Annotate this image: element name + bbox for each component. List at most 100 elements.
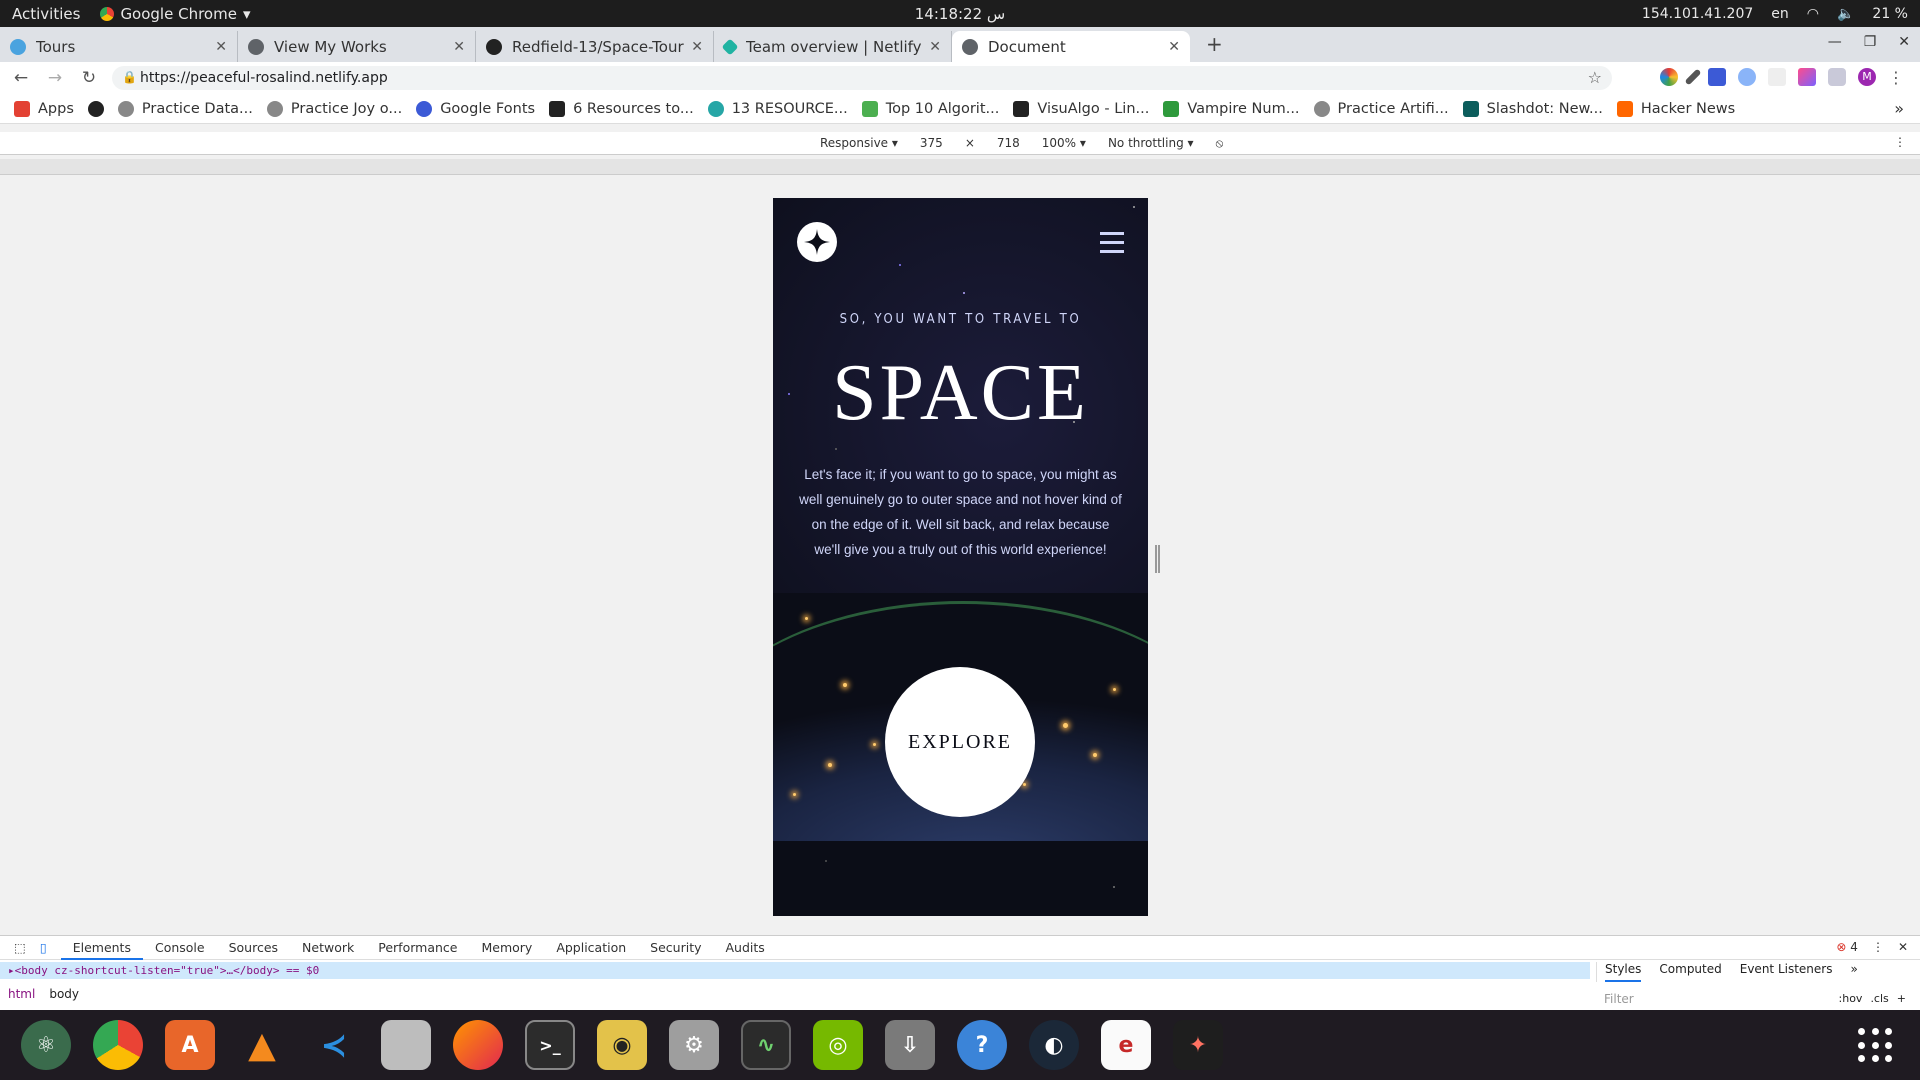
devtools-tab-sources[interactable]: Sources bbox=[217, 936, 290, 960]
devtools-menu-icon[interactable]: ⋮ bbox=[1872, 940, 1884, 954]
viewport-height[interactable]: 718 bbox=[997, 136, 1020, 151]
battery-indicator[interactable]: 21 % bbox=[1872, 6, 1908, 22]
extension-picker-icon[interactable] bbox=[1684, 68, 1702, 86]
clock[interactable]: 14:18:22 س bbox=[915, 5, 1005, 23]
figma-icon[interactable]: ✦ bbox=[1173, 1020, 1223, 1070]
bookmark-11[interactable]: Slashdot: New... bbox=[1462, 100, 1603, 117]
close-tab-icon[interactable]: ✕ bbox=[691, 39, 703, 55]
extension-color-icon[interactable] bbox=[1660, 68, 1678, 86]
device-toggle-icon[interactable]: ▯ bbox=[40, 940, 47, 955]
close-tab-icon[interactable]: ✕ bbox=[1168, 39, 1180, 55]
maximize-icon[interactable]: ❐ bbox=[1864, 34, 1877, 50]
extension-shield-icon[interactable] bbox=[1828, 68, 1846, 86]
bookmark-apps[interactable]: Apps bbox=[14, 100, 74, 117]
bookmark-4[interactable]: Google Fonts bbox=[416, 100, 535, 117]
viewport-resize-handle[interactable] bbox=[1155, 545, 1160, 573]
vlc-icon[interactable]: ▲ bbox=[237, 1020, 287, 1070]
tab-4-active[interactable]: Document ✕ bbox=[952, 31, 1190, 62]
devtools-tab-console[interactable]: Console bbox=[143, 936, 217, 960]
close-tab-icon[interactable]: ✕ bbox=[453, 39, 465, 55]
tab-computed[interactable]: Computed bbox=[1659, 962, 1721, 982]
close-devtools-icon[interactable]: ✕ bbox=[1898, 940, 1908, 954]
settings-icon[interactable]: ⚙ bbox=[669, 1020, 719, 1070]
tab-1[interactable]: View My Works ✕ bbox=[238, 31, 476, 62]
pdf-viewer-icon[interactable]: e bbox=[1101, 1020, 1151, 1070]
breadcrumb-body[interactable]: body bbox=[49, 987, 79, 1001]
bookmark-star-icon[interactable]: ☆ bbox=[1588, 68, 1602, 87]
breadcrumb-html[interactable]: html bbox=[8, 987, 35, 1001]
minimize-icon[interactable]: — bbox=[1828, 34, 1842, 50]
bookmark-6[interactable]: 13 RESOURCE... bbox=[707, 100, 848, 117]
nvidia-icon[interactable]: ◎ bbox=[813, 1020, 863, 1070]
devtools-tab-network[interactable]: Network bbox=[290, 936, 366, 960]
help-icon[interactable]: ? bbox=[957, 1020, 1007, 1070]
devtools-tab-performance[interactable]: Performance bbox=[366, 936, 469, 960]
devtools-tab-application[interactable]: Application bbox=[544, 936, 638, 960]
device-mode-select[interactable]: Responsive ▾ bbox=[820, 136, 898, 151]
chrome-icon[interactable] bbox=[93, 1020, 143, 1070]
styles-filter-input[interactable]: Filter bbox=[1604, 992, 1634, 1006]
devtools-tab-memory[interactable]: Memory bbox=[469, 936, 544, 960]
tabs-overflow-icon[interactable]: » bbox=[1850, 962, 1857, 982]
installer-icon[interactable]: ⇩ bbox=[885, 1020, 935, 1070]
bookmark-10[interactable]: Practice Artifi... bbox=[1313, 100, 1449, 117]
bookmark-3[interactable]: Practice Joy o... bbox=[266, 100, 402, 117]
forward-icon[interactable]: → bbox=[42, 68, 68, 88]
atom-icon[interactable]: ⚛ bbox=[21, 1020, 71, 1070]
bookmark-github[interactable] bbox=[87, 100, 104, 117]
vscode-icon[interactable]: ≺ bbox=[309, 1020, 359, 1070]
devtools-tab-security[interactable]: Security bbox=[638, 936, 713, 960]
bookmark-7[interactable]: Top 10 Algorit... bbox=[861, 100, 999, 117]
bookmark-9[interactable]: Vampire Num... bbox=[1163, 100, 1300, 117]
rhythmbox-icon[interactable]: ◉ bbox=[597, 1020, 647, 1070]
reload-icon[interactable]: ↻ bbox=[76, 68, 102, 88]
volume-icon[interactable]: 🔈 bbox=[1837, 6, 1854, 22]
explore-button[interactable]: EXPLORE bbox=[885, 667, 1035, 817]
show-apps-icon[interactable] bbox=[1858, 1028, 1894, 1064]
files-icon[interactable] bbox=[381, 1020, 431, 1070]
tab-0[interactable]: Tours ✕ bbox=[0, 31, 238, 62]
app-menu[interactable]: Google Chrome ▾ bbox=[100, 5, 250, 23]
bookmark-2[interactable]: Practice Data... bbox=[117, 100, 253, 117]
site-logo[interactable] bbox=[797, 222, 837, 262]
wifi-icon[interactable]: ◠ bbox=[1807, 6, 1819, 22]
inspect-element-icon[interactable]: ⬚ bbox=[14, 940, 26, 955]
selected-dom-node[interactable]: ▸<body cz-shortcut-listen="true">…</body… bbox=[0, 962, 1590, 979]
software-center-icon[interactable]: A bbox=[165, 1020, 215, 1070]
tab-2[interactable]: Redfield-13/Space-Tourism✕ bbox=[476, 31, 714, 62]
steam-icon[interactable]: ◐ bbox=[1029, 1020, 1079, 1070]
bookmark-5[interactable]: 6 Resources to... bbox=[549, 100, 694, 117]
viewport-width[interactable]: 375 bbox=[920, 136, 943, 151]
hamburger-menu-icon[interactable] bbox=[1100, 232, 1124, 253]
error-count-badge[interactable]: ⊗ 4 bbox=[1836, 940, 1858, 954]
terminal-icon[interactable]: >_ bbox=[525, 1020, 575, 1070]
close-window-icon[interactable]: ✕ bbox=[1898, 34, 1910, 50]
url-field[interactable]: 🔒 https://peaceful-rosalind.netlify.app … bbox=[112, 66, 1612, 90]
add-rule-icon[interactable]: + bbox=[1897, 992, 1906, 1005]
back-icon[interactable]: ← bbox=[8, 68, 34, 88]
extension-figma-icon[interactable] bbox=[1798, 68, 1816, 86]
bookmark-12[interactable]: Hacker News bbox=[1616, 100, 1735, 117]
hov-toggle[interactable]: :hov bbox=[1839, 992, 1863, 1005]
tab-3[interactable]: Team overview | Netlify ✕ bbox=[714, 31, 952, 62]
cls-toggle[interactable]: .cls bbox=[1870, 992, 1888, 1005]
new-tab-button[interactable]: + bbox=[1206, 32, 1223, 56]
tab-event-listeners[interactable]: Event Listeners bbox=[1740, 962, 1833, 982]
close-tab-icon[interactable]: ✕ bbox=[215, 39, 227, 55]
tab-styles[interactable]: Styles bbox=[1605, 962, 1642, 982]
firefox-icon[interactable] bbox=[453, 1020, 503, 1070]
language-selector[interactable]: en bbox=[1771, 6, 1789, 22]
system-monitor-icon[interactable]: ∿ bbox=[741, 1020, 791, 1070]
devtools-tab-elements[interactable]: Elements bbox=[60, 936, 143, 960]
throttle-select[interactable]: No throttling ▾ bbox=[1108, 136, 1194, 151]
media-query-ruler[interactable] bbox=[0, 159, 1920, 175]
bookmarks-overflow-icon[interactable]: » bbox=[1894, 99, 1904, 118]
extension-blue-icon[interactable] bbox=[1738, 68, 1756, 86]
devtools-tab-audits[interactable]: Audits bbox=[714, 936, 777, 960]
profile-avatar[interactable]: M bbox=[1858, 68, 1876, 86]
rotate-icon[interactable]: ⦸ bbox=[1216, 136, 1224, 151]
close-tab-icon[interactable]: ✕ bbox=[929, 39, 941, 55]
chrome-menu-icon[interactable]: ⋮ bbox=[1888, 68, 1904, 87]
extension-blank-icon[interactable] bbox=[1768, 68, 1786, 86]
extension-dropper-icon[interactable] bbox=[1708, 68, 1726, 86]
